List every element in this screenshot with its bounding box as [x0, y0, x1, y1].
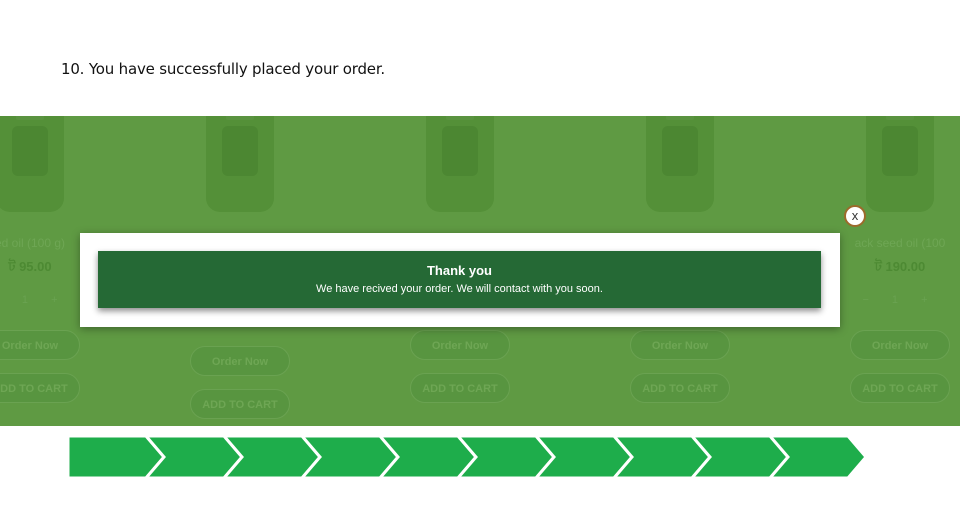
modal-title: Thank you: [426, 263, 492, 278]
thank-you-banner: Thank you We have recived your order. We…: [98, 251, 821, 308]
product-image: [426, 116, 494, 212]
product-name: ack seed oil (100: [854, 236, 946, 250]
order-now-button: Order Now: [190, 346, 290, 376]
order-confirmation-modal: Thank you We have recived your order. We…: [80, 233, 840, 327]
add-to-cart-button: ADD TO CART: [630, 373, 730, 403]
step-caption: 10. You have successfully placed your or…: [61, 60, 385, 78]
add-to-cart-button: ADD TO CART: [190, 389, 290, 419]
product-card: ack seed oil (100 ট 190.00 − 1 + Order N…: [820, 116, 960, 426]
product-image: [0, 116, 64, 212]
product-image: [646, 116, 714, 212]
modal-message: We have recived your order. We will cont…: [316, 283, 603, 295]
product-image: [206, 116, 274, 212]
product-price: ট 190.00: [874, 259, 926, 274]
order-now-button: Order Now: [410, 330, 510, 360]
add-to-cart-button: ADD TO CART: [0, 373, 80, 403]
close-button[interactable]: x: [844, 205, 866, 227]
add-to-cart-button: ADD TO CART: [410, 373, 510, 403]
order-now-button: Order Now: [630, 330, 730, 360]
order-now-button: Order Now: [850, 330, 950, 360]
order-now-button: Order Now: [0, 330, 80, 360]
order-progress-steps: [68, 436, 868, 478]
quantity-stepper: − 1 +: [862, 294, 938, 306]
add-to-cart-button: ADD TO CART: [850, 373, 950, 403]
product-image: [866, 116, 934, 212]
